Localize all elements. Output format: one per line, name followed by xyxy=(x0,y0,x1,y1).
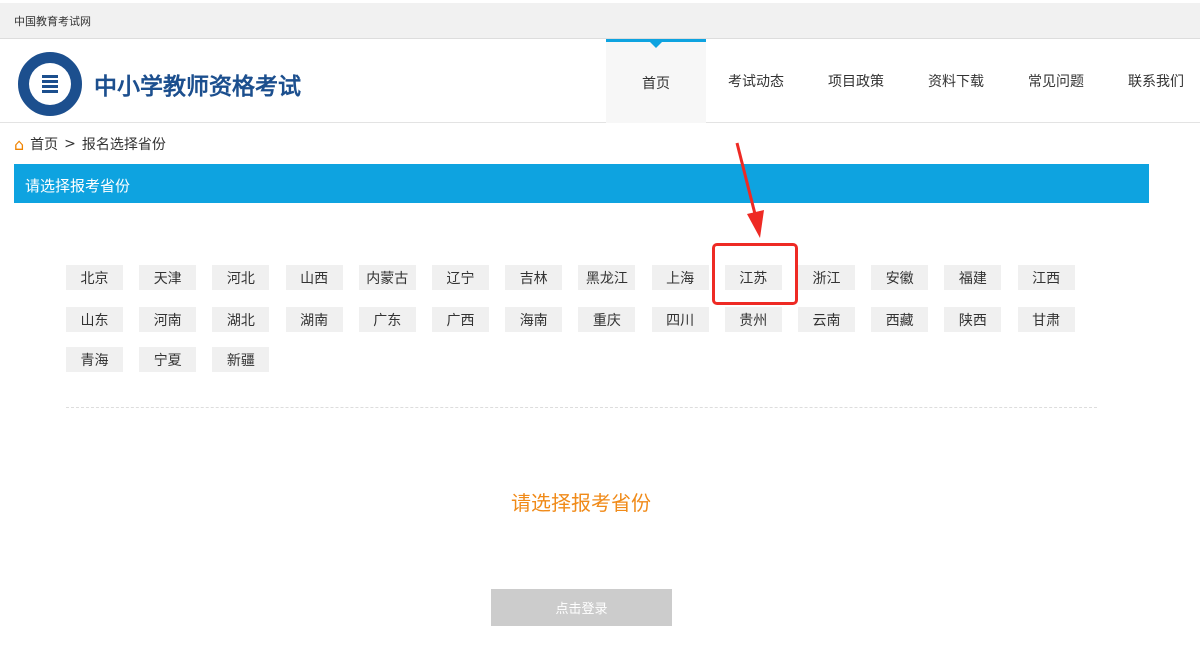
arrow-annotation-icon xyxy=(735,142,764,238)
login-button[interactable]: 点击登录 xyxy=(491,589,672,626)
divider xyxy=(66,407,1097,408)
status-message: 请选择报考省份 xyxy=(511,491,651,515)
